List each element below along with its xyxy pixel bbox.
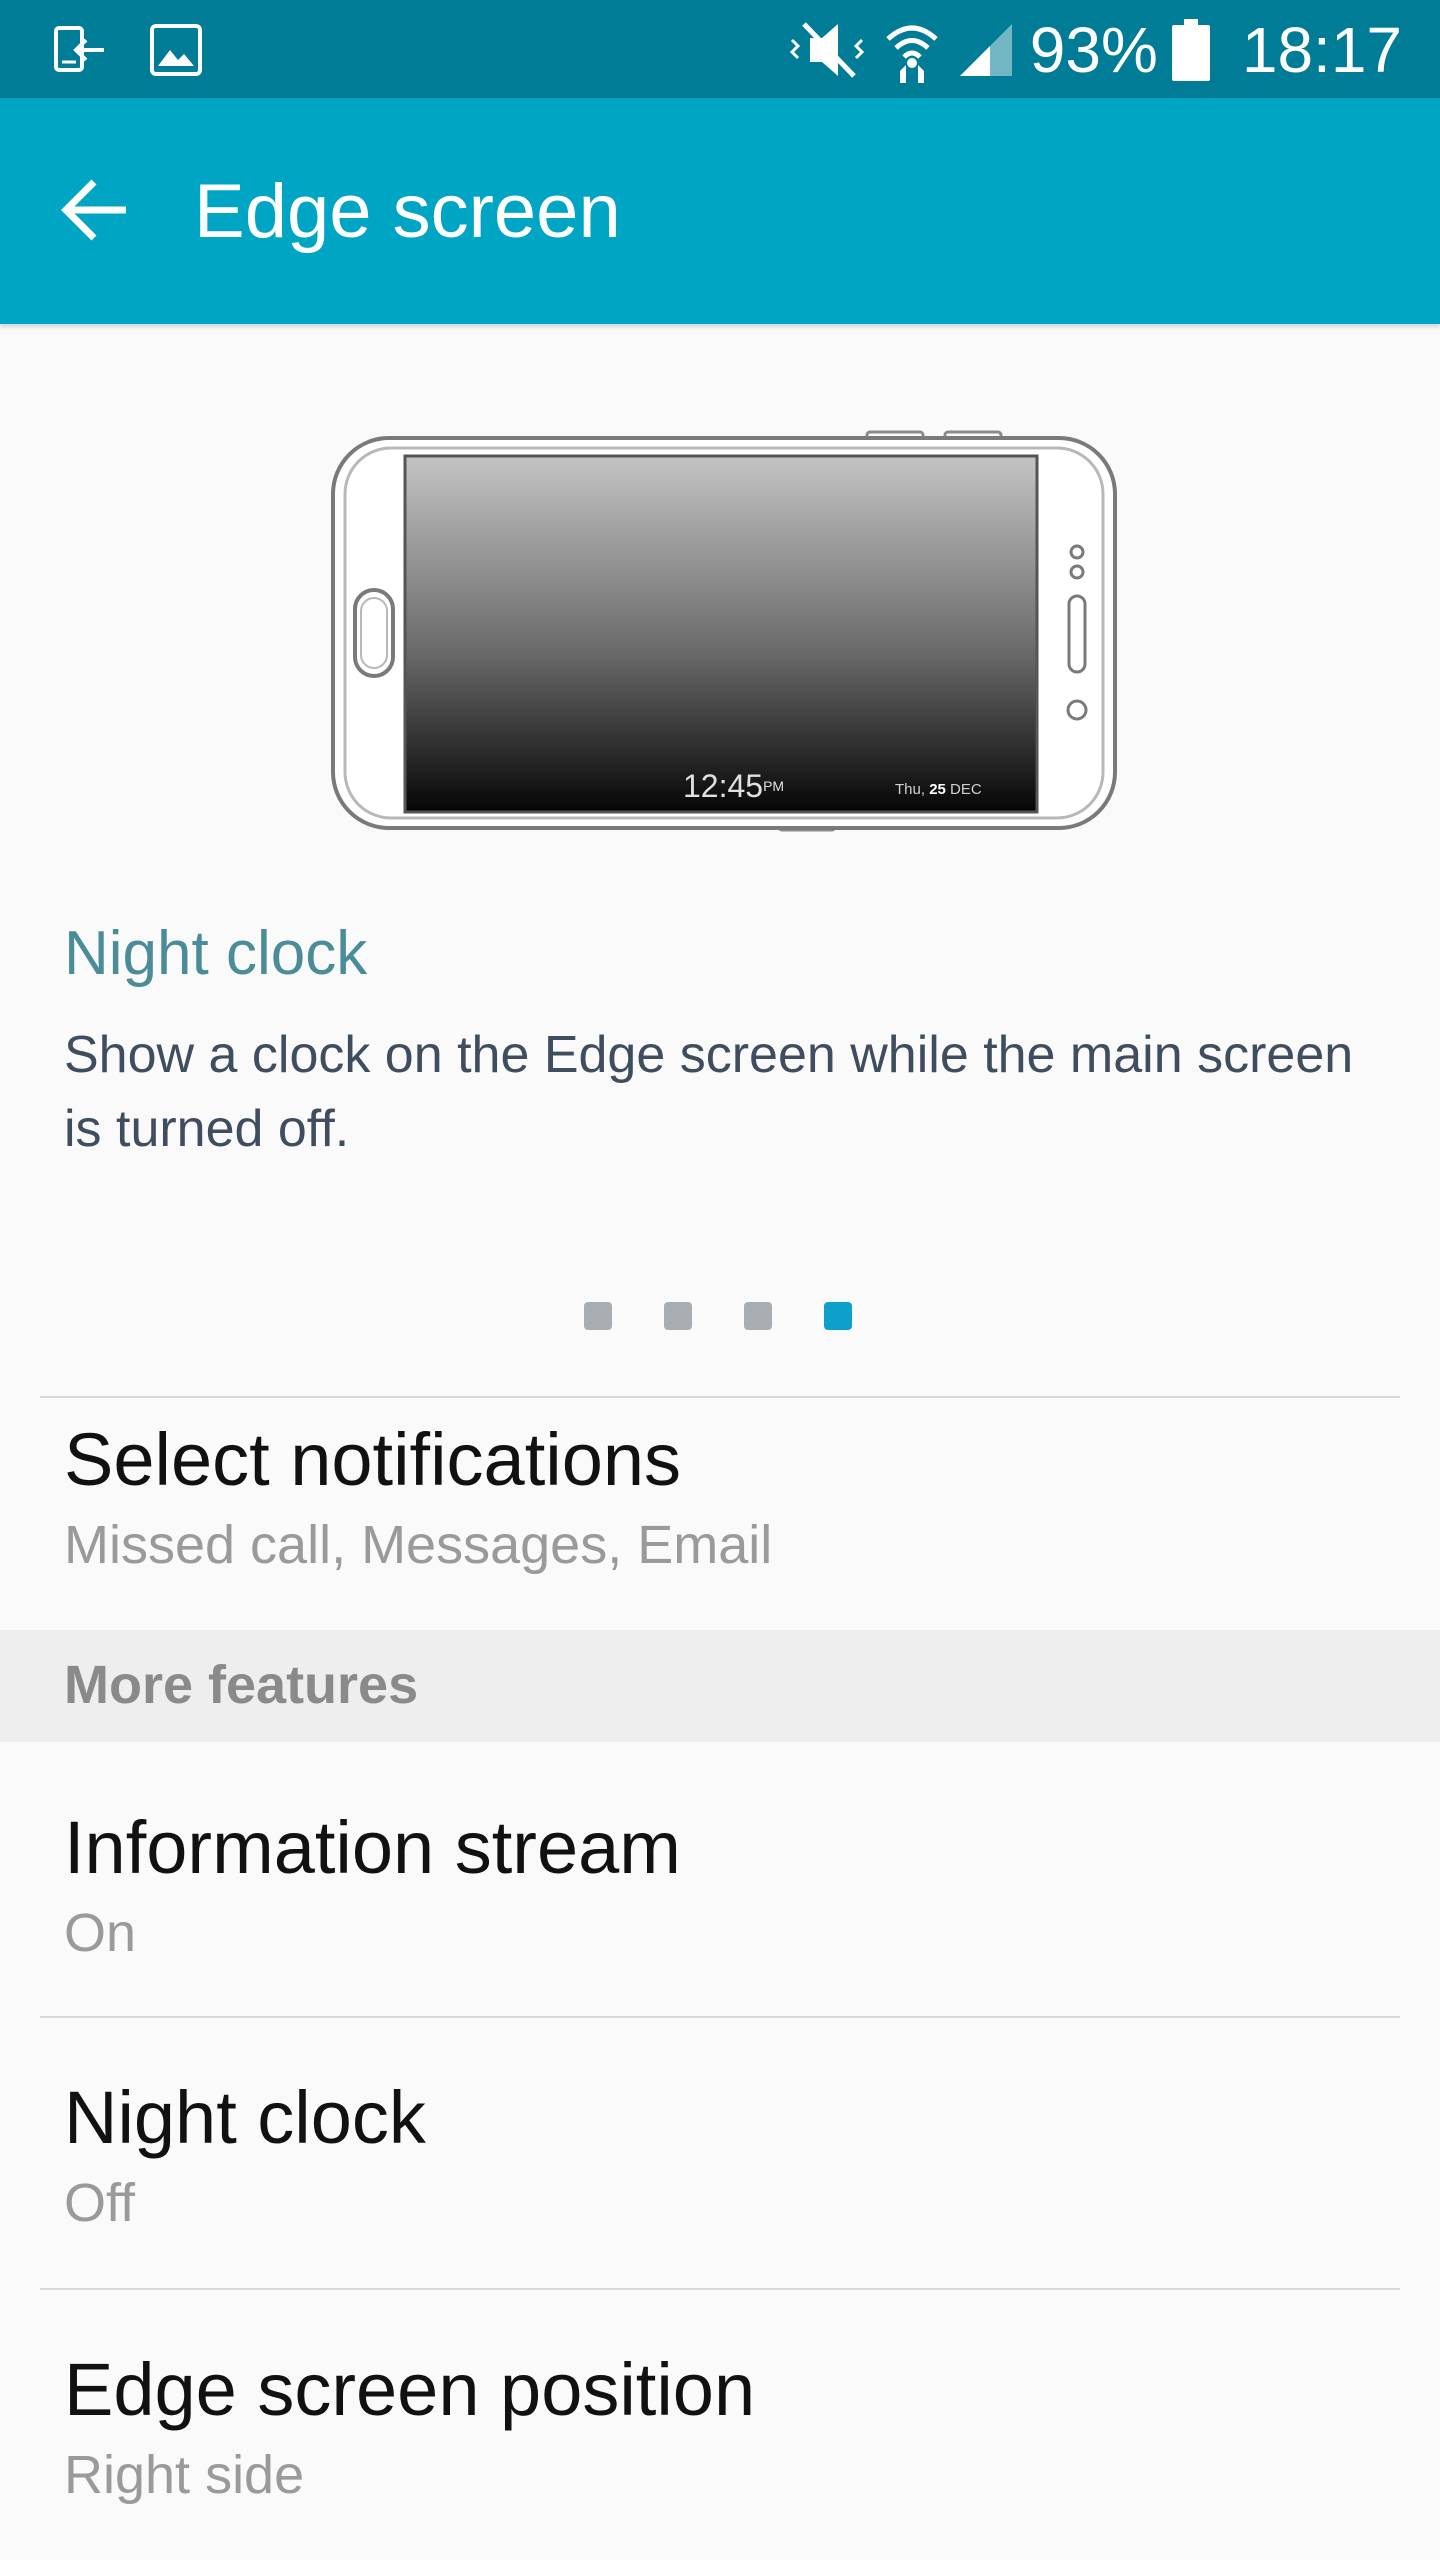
page-dot-3[interactable] — [744, 1302, 772, 1330]
night-clock-subtitle: Off — [64, 2173, 136, 2233]
back-arrow-icon[interactable] — [56, 170, 136, 250]
page-title: Edge screen — [194, 169, 621, 254]
mute-icon — [789, 22, 864, 78]
information-stream-item[interactable]: Information stream On — [0, 1742, 1440, 2016]
feature-title: Night clock — [64, 919, 368, 988]
edge-screen-position-title: Edge screen position — [64, 2348, 756, 2431]
wifi-icon — [886, 25, 938, 83]
status-bar: 93% 18:17 — [0, 0, 1440, 98]
feature-description: Show a clock on the Edge screen while th… — [64, 1026, 1354, 1158]
clock: 18:17 — [1241, 14, 1402, 86]
status-left-icons — [52, 22, 204, 78]
status-right: 93% 18:17 — [788, 10, 1402, 90]
section-header-more-features: More features — [0, 1630, 1440, 1742]
app-bar: Edge screen — [0, 98, 1440, 324]
night-clock-title: Night clock — [64, 2076, 426, 2159]
information-stream-subtitle: On — [64, 1903, 137, 1963]
image-icon — [150, 24, 202, 76]
page-dot-4[interactable] — [824, 1302, 852, 1330]
screen-mirror-icon — [54, 26, 104, 72]
select-notifications-item[interactable]: Select notifications Missed call, Messag… — [0, 1400, 1440, 1630]
illustration-date: Thu, 25 DEC — [895, 781, 982, 798]
edge-screen-position-item[interactable]: Edge screen position Right side — [0, 2290, 1440, 2560]
illustration-clock: 12:45PM — [683, 768, 785, 804]
information-stream-title: Information stream — [64, 1806, 681, 1889]
edge-illustration: 12:45PM Thu, 25 DEC — [325, 420, 1125, 840]
signal-icon — [959, 24, 1012, 76]
page-dot-2[interactable] — [664, 1302, 692, 1330]
select-notifications-title: Select notifications — [64, 1418, 682, 1501]
select-notifications-subtitle: Missed call, Messages, Email — [64, 1515, 773, 1575]
page-dot-1[interactable] — [584, 1302, 612, 1330]
page-indicator — [584, 1302, 852, 1330]
battery-percent: 93% — [1029, 14, 1158, 86]
edge-screen-position-subtitle: Right side — [64, 2445, 305, 2505]
battery-icon — [1171, 19, 1210, 81]
divider — [40, 1396, 1400, 1398]
night-clock-item[interactable]: Night clock Off — [0, 2018, 1440, 2288]
section-label: More features — [64, 1655, 419, 1715]
